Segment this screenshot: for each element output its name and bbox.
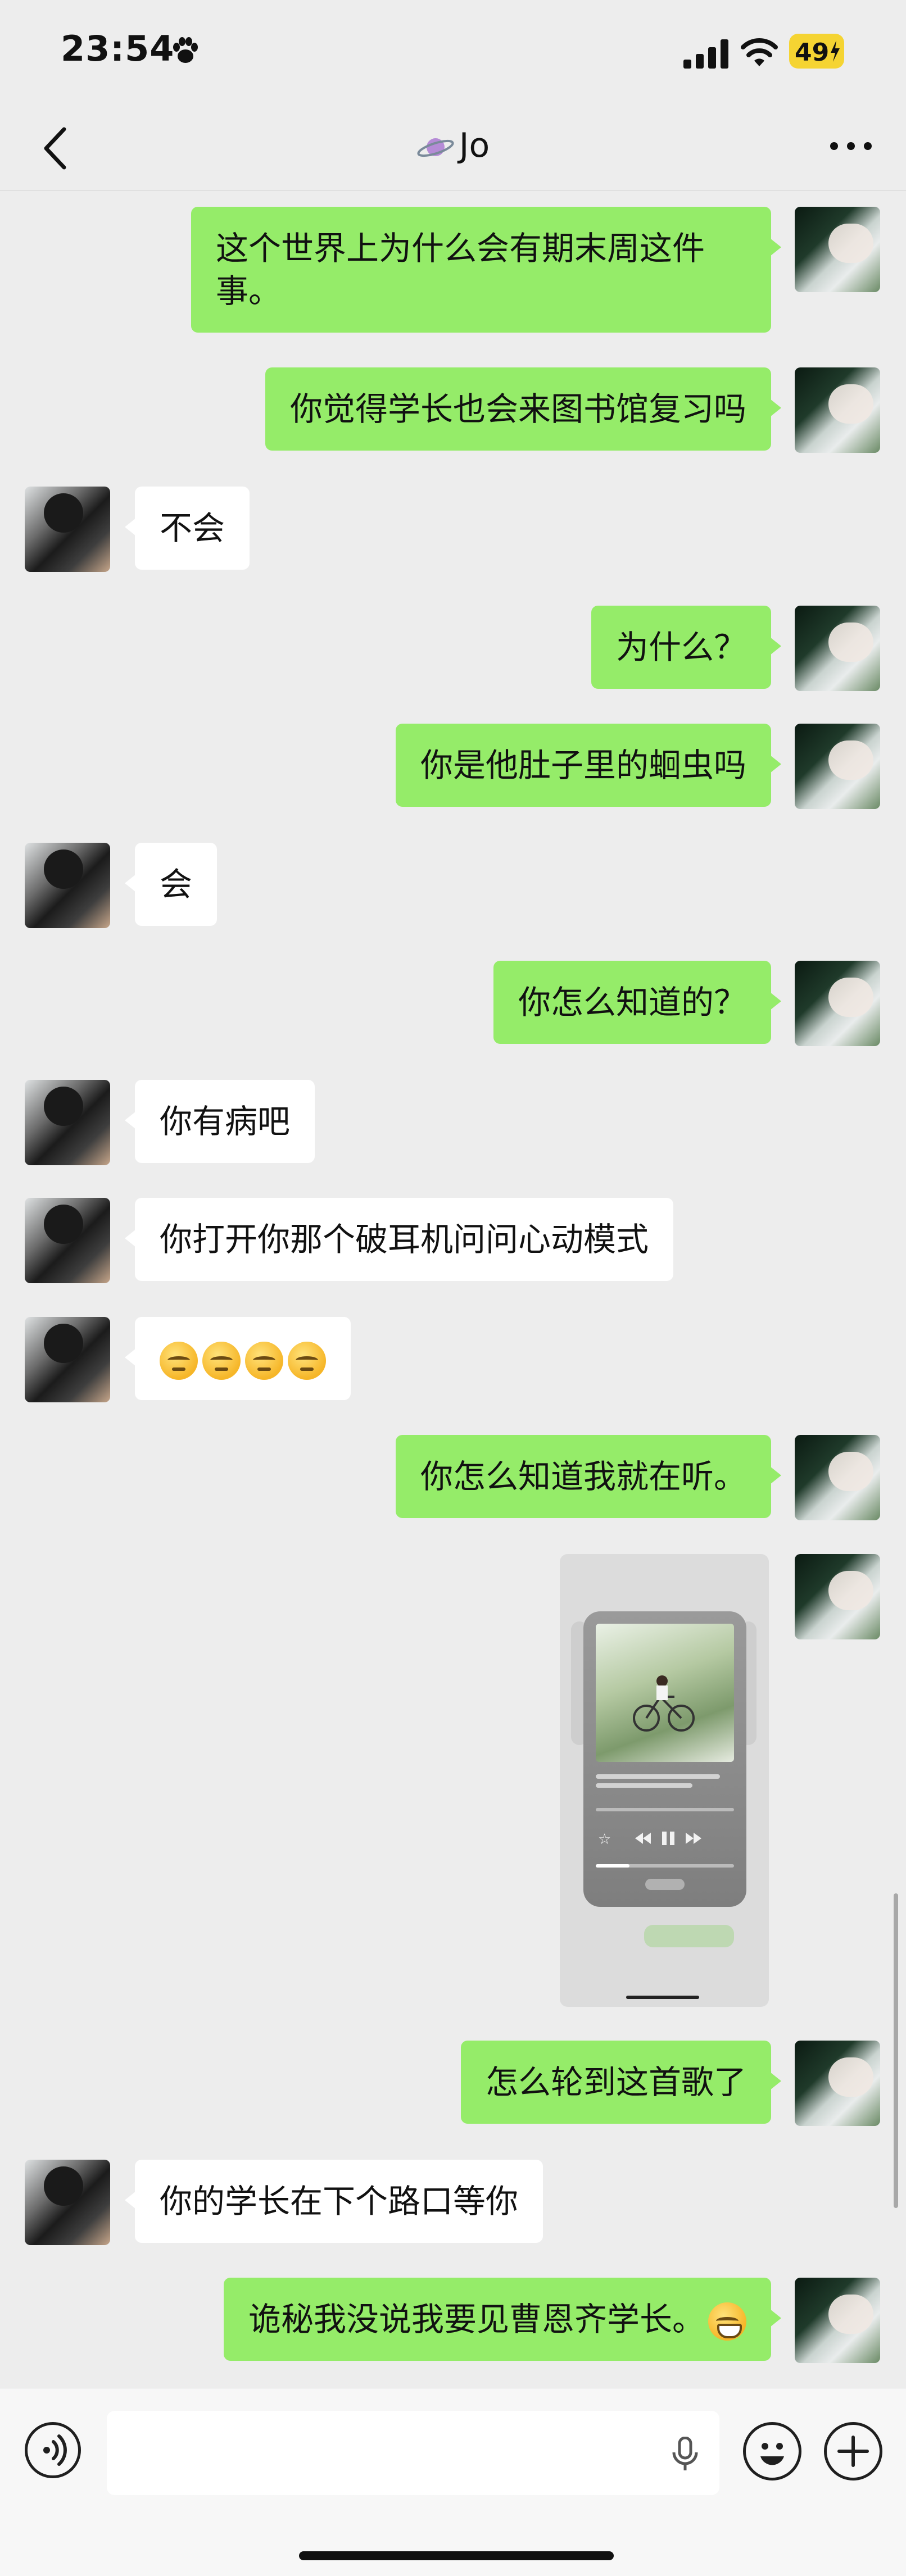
my-avatar[interactable] xyxy=(795,2278,880,2363)
playback-controls: ☆ xyxy=(596,1827,734,1850)
sweat-emoji-icon xyxy=(288,1341,326,1380)
chat-title-text: Jo xyxy=(459,126,490,165)
my-message-bubble[interactable]: 你怎么知道的？ xyxy=(493,961,782,1044)
playback-progress xyxy=(596,1808,734,1811)
contact-message-bubble[interactable]: 你有病吧 xyxy=(124,1080,315,1163)
emoji-icon xyxy=(760,2443,784,2465)
chat-title: Jo xyxy=(0,126,906,165)
my-avatar[interactable] xyxy=(795,724,880,809)
chat-header: Jo xyxy=(0,101,906,191)
player-controls-icon: ☆ xyxy=(598,1831,701,1848)
contact-avatar[interactable] xyxy=(25,487,110,572)
my-avatar[interactable] xyxy=(795,367,880,453)
planet-icon xyxy=(417,138,454,157)
paw-icon xyxy=(173,37,198,63)
svg-text:☆: ☆ xyxy=(598,1831,611,1848)
voice-mode-button[interactable] xyxy=(25,2422,81,2478)
music-player-screenshot: ☆ xyxy=(583,1611,746,1907)
voice-mode-icon xyxy=(43,2434,67,2466)
contact-emoji-message-bubble[interactable] xyxy=(125,1317,351,1400)
my-avatar[interactable] xyxy=(795,961,880,1046)
home-indicator xyxy=(626,1996,699,1999)
message-input-field[interactable] xyxy=(107,2411,719,2495)
contact-message-bubble[interactable]: 会 xyxy=(124,843,218,926)
contact-message-bubble[interactable]: 不会 xyxy=(124,487,250,570)
image-blur xyxy=(644,1925,734,1947)
my-message-bubble[interactable]: 诡秘我没说我要见曹恩齐学长。 xyxy=(223,2278,782,2361)
contact-avatar[interactable] xyxy=(25,1198,110,1283)
track-info xyxy=(596,1774,734,1797)
contact-avatar[interactable] xyxy=(25,1080,110,1165)
contact-message-bubble[interactable]: 你的学长在下个路口等你 xyxy=(124,2160,543,2243)
album-cover xyxy=(596,1624,734,1762)
my-message-bubble[interactable]: 你怎么知道我就在听。 xyxy=(395,1435,782,1518)
my-message-bubble[interactable]: 怎么轮到这首歌了 xyxy=(460,2041,782,2124)
my-avatar[interactable] xyxy=(795,2041,880,2126)
sweat-emoji-icon xyxy=(160,1341,198,1380)
image-message[interactable]: ☆ xyxy=(560,1554,769,2007)
wifi-icon xyxy=(741,38,778,66)
my-message-bubble[interactable]: 这个世界上为什么会有期末周这件事。 xyxy=(191,207,781,333)
contact-message-bubble[interactable]: 你打开你那个破耳机问问心动模式 xyxy=(124,1198,674,1281)
scrollbar[interactable] xyxy=(894,1893,898,2208)
my-message-bubble[interactable]: 你觉得学长也会来图书馆复习吗 xyxy=(265,367,782,451)
contact-avatar[interactable] xyxy=(25,2160,110,2245)
battery-level: 49 xyxy=(795,38,830,67)
home-indicator xyxy=(299,2551,614,2560)
cellular-signal-icon xyxy=(683,39,728,69)
sweat-emoji-icon xyxy=(202,1341,241,1380)
battery-indicator: 49 xyxy=(789,34,844,69)
sweat-emoji-icon xyxy=(245,1341,283,1380)
input-bar xyxy=(0,2388,906,2576)
output-device-pill xyxy=(645,1879,685,1890)
my-avatar[interactable] xyxy=(795,1554,880,1639)
more-dots-icon[interactable] xyxy=(827,135,875,157)
message-text: 诡秘我没说我要见曹恩齐学长。 xyxy=(248,2300,705,2338)
volume-slider xyxy=(596,1864,734,1868)
message-input[interactable] xyxy=(107,2411,719,2495)
charging-bolt-icon xyxy=(831,40,840,62)
bicycle-icon xyxy=(633,1675,695,1732)
emoji-button[interactable] xyxy=(743,2422,801,2480)
my-avatar[interactable] xyxy=(795,606,880,691)
grin-emoji-icon xyxy=(708,2302,746,2341)
my-message-bubble[interactable]: 你是他肚子里的蛔虫吗 xyxy=(395,724,782,807)
contact-avatar[interactable] xyxy=(25,843,110,928)
microphone-icon[interactable] xyxy=(671,2437,699,2471)
my-avatar[interactable] xyxy=(795,207,880,292)
my-avatar[interactable] xyxy=(795,1435,880,1520)
contact-avatar[interactable] xyxy=(25,1317,110,1402)
plus-icon xyxy=(837,2436,869,2467)
plus-button[interactable] xyxy=(824,2422,882,2480)
my-message-bubble[interactable]: 为什么？ xyxy=(591,606,782,689)
status-bar: 23:54 49 xyxy=(0,0,906,101)
status-time: 23:54 xyxy=(61,28,175,69)
